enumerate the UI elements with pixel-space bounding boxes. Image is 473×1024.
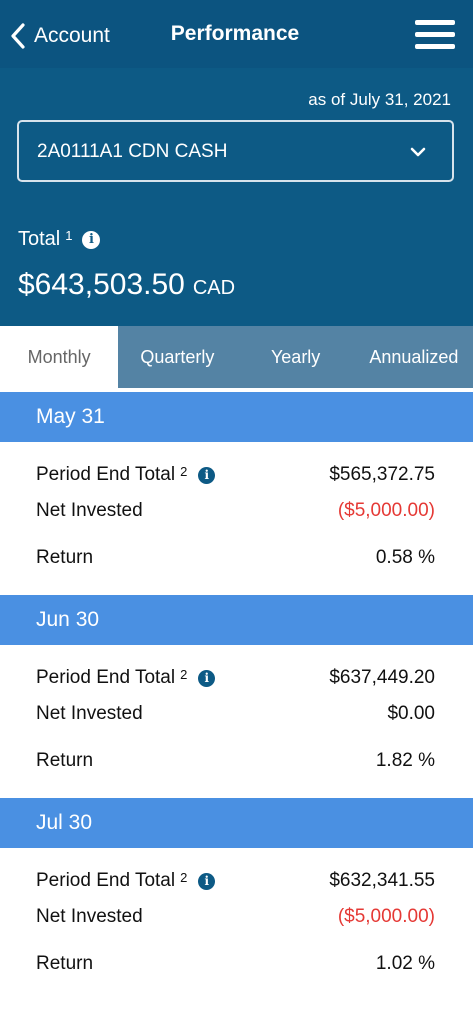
net-invested-row: Net Invested $0.00 — [0, 701, 473, 745]
total-amount: $643,503.50 CAD — [18, 268, 236, 301]
return-label: Return — [36, 750, 94, 771]
tab-yearly[interactable]: Yearly — [237, 326, 355, 388]
back-button[interactable]: Account — [8, 20, 110, 52]
tab-annualized[interactable]: Annualized — [355, 326, 473, 388]
net-invested-row: Net Invested ($5,000.00) — [0, 498, 473, 542]
footnote-marker: 2 — [180, 666, 188, 682]
info-icon[interactable]: i — [198, 669, 216, 687]
account-summary: as of July 31, 2021 2A0111A1 CDN CASH To… — [0, 68, 473, 326]
period-date: May 31 — [0, 392, 473, 442]
footnote-marker: 2 — [180, 869, 188, 885]
total-currency: CAD — [192, 277, 236, 299]
footnote-marker: 2 — [180, 463, 188, 479]
info-icon[interactable]: i — [198, 466, 216, 484]
back-label: Account — [34, 24, 110, 47]
period-section: Jun 30 Period End Total 2 i $637,449.20 … — [0, 595, 473, 789]
account-dropdown-value: 2A0111A1 CDN CASH — [37, 141, 228, 162]
return-row: Return 0.58 % — [0, 542, 473, 586]
net-invested-label: Net Invested — [36, 500, 143, 521]
net-invested-label: Net Invested — [36, 906, 143, 927]
period-end-total-value: $637,449.20 — [329, 667, 435, 688]
period-tabs: Monthly Quarterly Yearly Annualized — [0, 326, 473, 388]
period-section: May 31 Period End Total 2 i $565,372.75 … — [0, 392, 473, 586]
net-invested-label: Net Invested — [36, 703, 143, 724]
period-date: Jun 30 — [0, 595, 473, 645]
chevron-down-icon — [410, 147, 426, 157]
period-end-total-row: Period End Total 2 i $637,449.20 — [0, 657, 473, 701]
net-invested-row: Net Invested ($5,000.00) — [0, 904, 473, 948]
total-footnote: 1 — [65, 228, 73, 243]
period-end-total-label: Period End Total — [36, 464, 176, 485]
chevron-left-icon — [11, 23, 25, 49]
return-row: Return 1.02 % — [0, 948, 473, 992]
period-end-total-row: Period End Total 2 i $565,372.75 — [0, 454, 473, 498]
return-value: 1.02 % — [375, 953, 435, 974]
return-label: Return — [36, 953, 94, 974]
hamburger-menu-icon[interactable] — [415, 20, 455, 54]
period-end-total-row: Period End Total 2 i $632,341.55 — [0, 860, 473, 904]
tab-quarterly[interactable]: Quarterly — [118, 326, 236, 388]
period-end-total-label: Period End Total — [36, 870, 176, 891]
return-label: Return — [36, 547, 94, 568]
period-end-total-value: $632,341.55 — [329, 870, 435, 891]
account-dropdown[interactable]: 2A0111A1 CDN CASH — [17, 120, 454, 182]
tab-monthly[interactable]: Monthly — [0, 326, 119, 388]
net-invested-value: ($5,000.00) — [337, 906, 435, 927]
top-nav-bar: Account Performance — [0, 0, 473, 68]
return-row: Return 1.82 % — [0, 745, 473, 789]
net-invested-value: ($5,000.00) — [337, 500, 435, 521]
period-section: Jul 30 Period End Total 2 i $632,341.55 … — [0, 798, 473, 992]
total-label: Total 1 i — [18, 228, 101, 251]
period-end-total-label: Period End Total — [36, 667, 176, 688]
period-end-total-value: $565,372.75 — [329, 464, 435, 485]
period-date: Jul 30 — [0, 798, 473, 848]
info-icon[interactable]: i — [198, 872, 216, 890]
as-of-date: as of July 31, 2021 — [308, 90, 451, 109]
net-invested-value: $0.00 — [387, 703, 435, 724]
info-icon[interactable]: i — [82, 230, 101, 249]
return-value: 1.82 % — [375, 750, 435, 771]
return-value: 0.58 % — [375, 547, 435, 568]
